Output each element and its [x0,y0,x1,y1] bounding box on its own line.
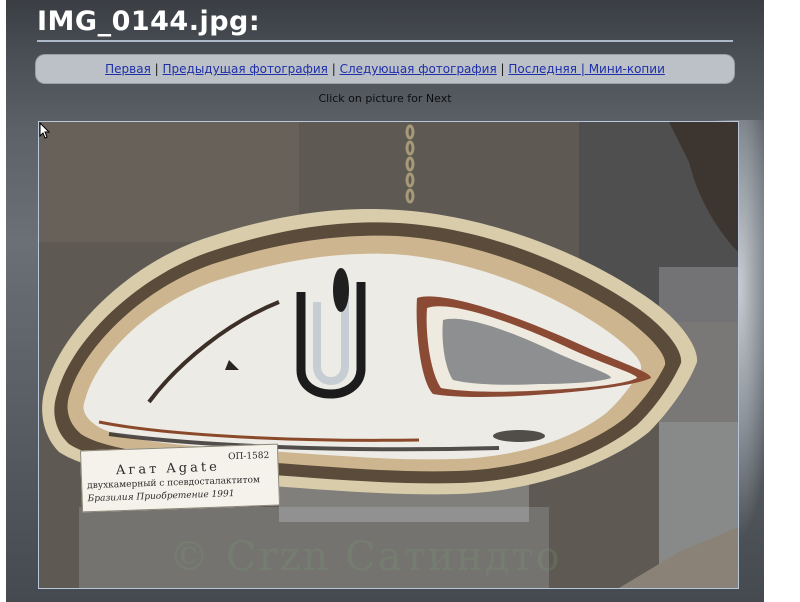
photo-navigation: Первая | Предыдущая фотография | Следующ… [36,55,734,83]
specimen-label: ОП-1582 Агат Agate двухкамерный с псевдо… [79,443,281,513]
thumbnails-label: Мини-копии [588,62,665,76]
specimen-origin: Бразилия Приобретение 1991 [87,489,235,505]
nav-separator: | [580,62,585,76]
nav-separator: | [500,62,505,76]
click-hint: Click on picture for Next [318,92,452,105]
copyright-watermark: © Сrzn Сатиндто [169,534,562,580]
title-divider [37,40,733,42]
gallery-page: IMG_0144.jpg: Первая | Предыдущая фотогр… [6,0,764,602]
specimen-name: Агат Agate [115,459,221,479]
agate-photo[interactable]: ОП-1582 Агат Agate двухкамерный с псевдо… [38,121,739,589]
nav-separator: | [154,62,159,76]
next-photo-link[interactable]: Следующая фотография [340,62,497,76]
page-title: IMG_0144.jpg: [37,6,261,37]
last-photo-label: Последняя [508,62,577,76]
previous-photo-link[interactable]: Предыдущая фотография [163,62,328,76]
specimen-code: ОП-1582 [227,450,270,463]
last-photo-link[interactable]: Последняя | Мини-копии [508,62,664,76]
mouse-cursor-icon [39,122,51,139]
first-photo-link[interactable]: Первая [105,62,151,76]
agate-image [39,122,738,588]
nav-separator: | [331,62,336,76]
